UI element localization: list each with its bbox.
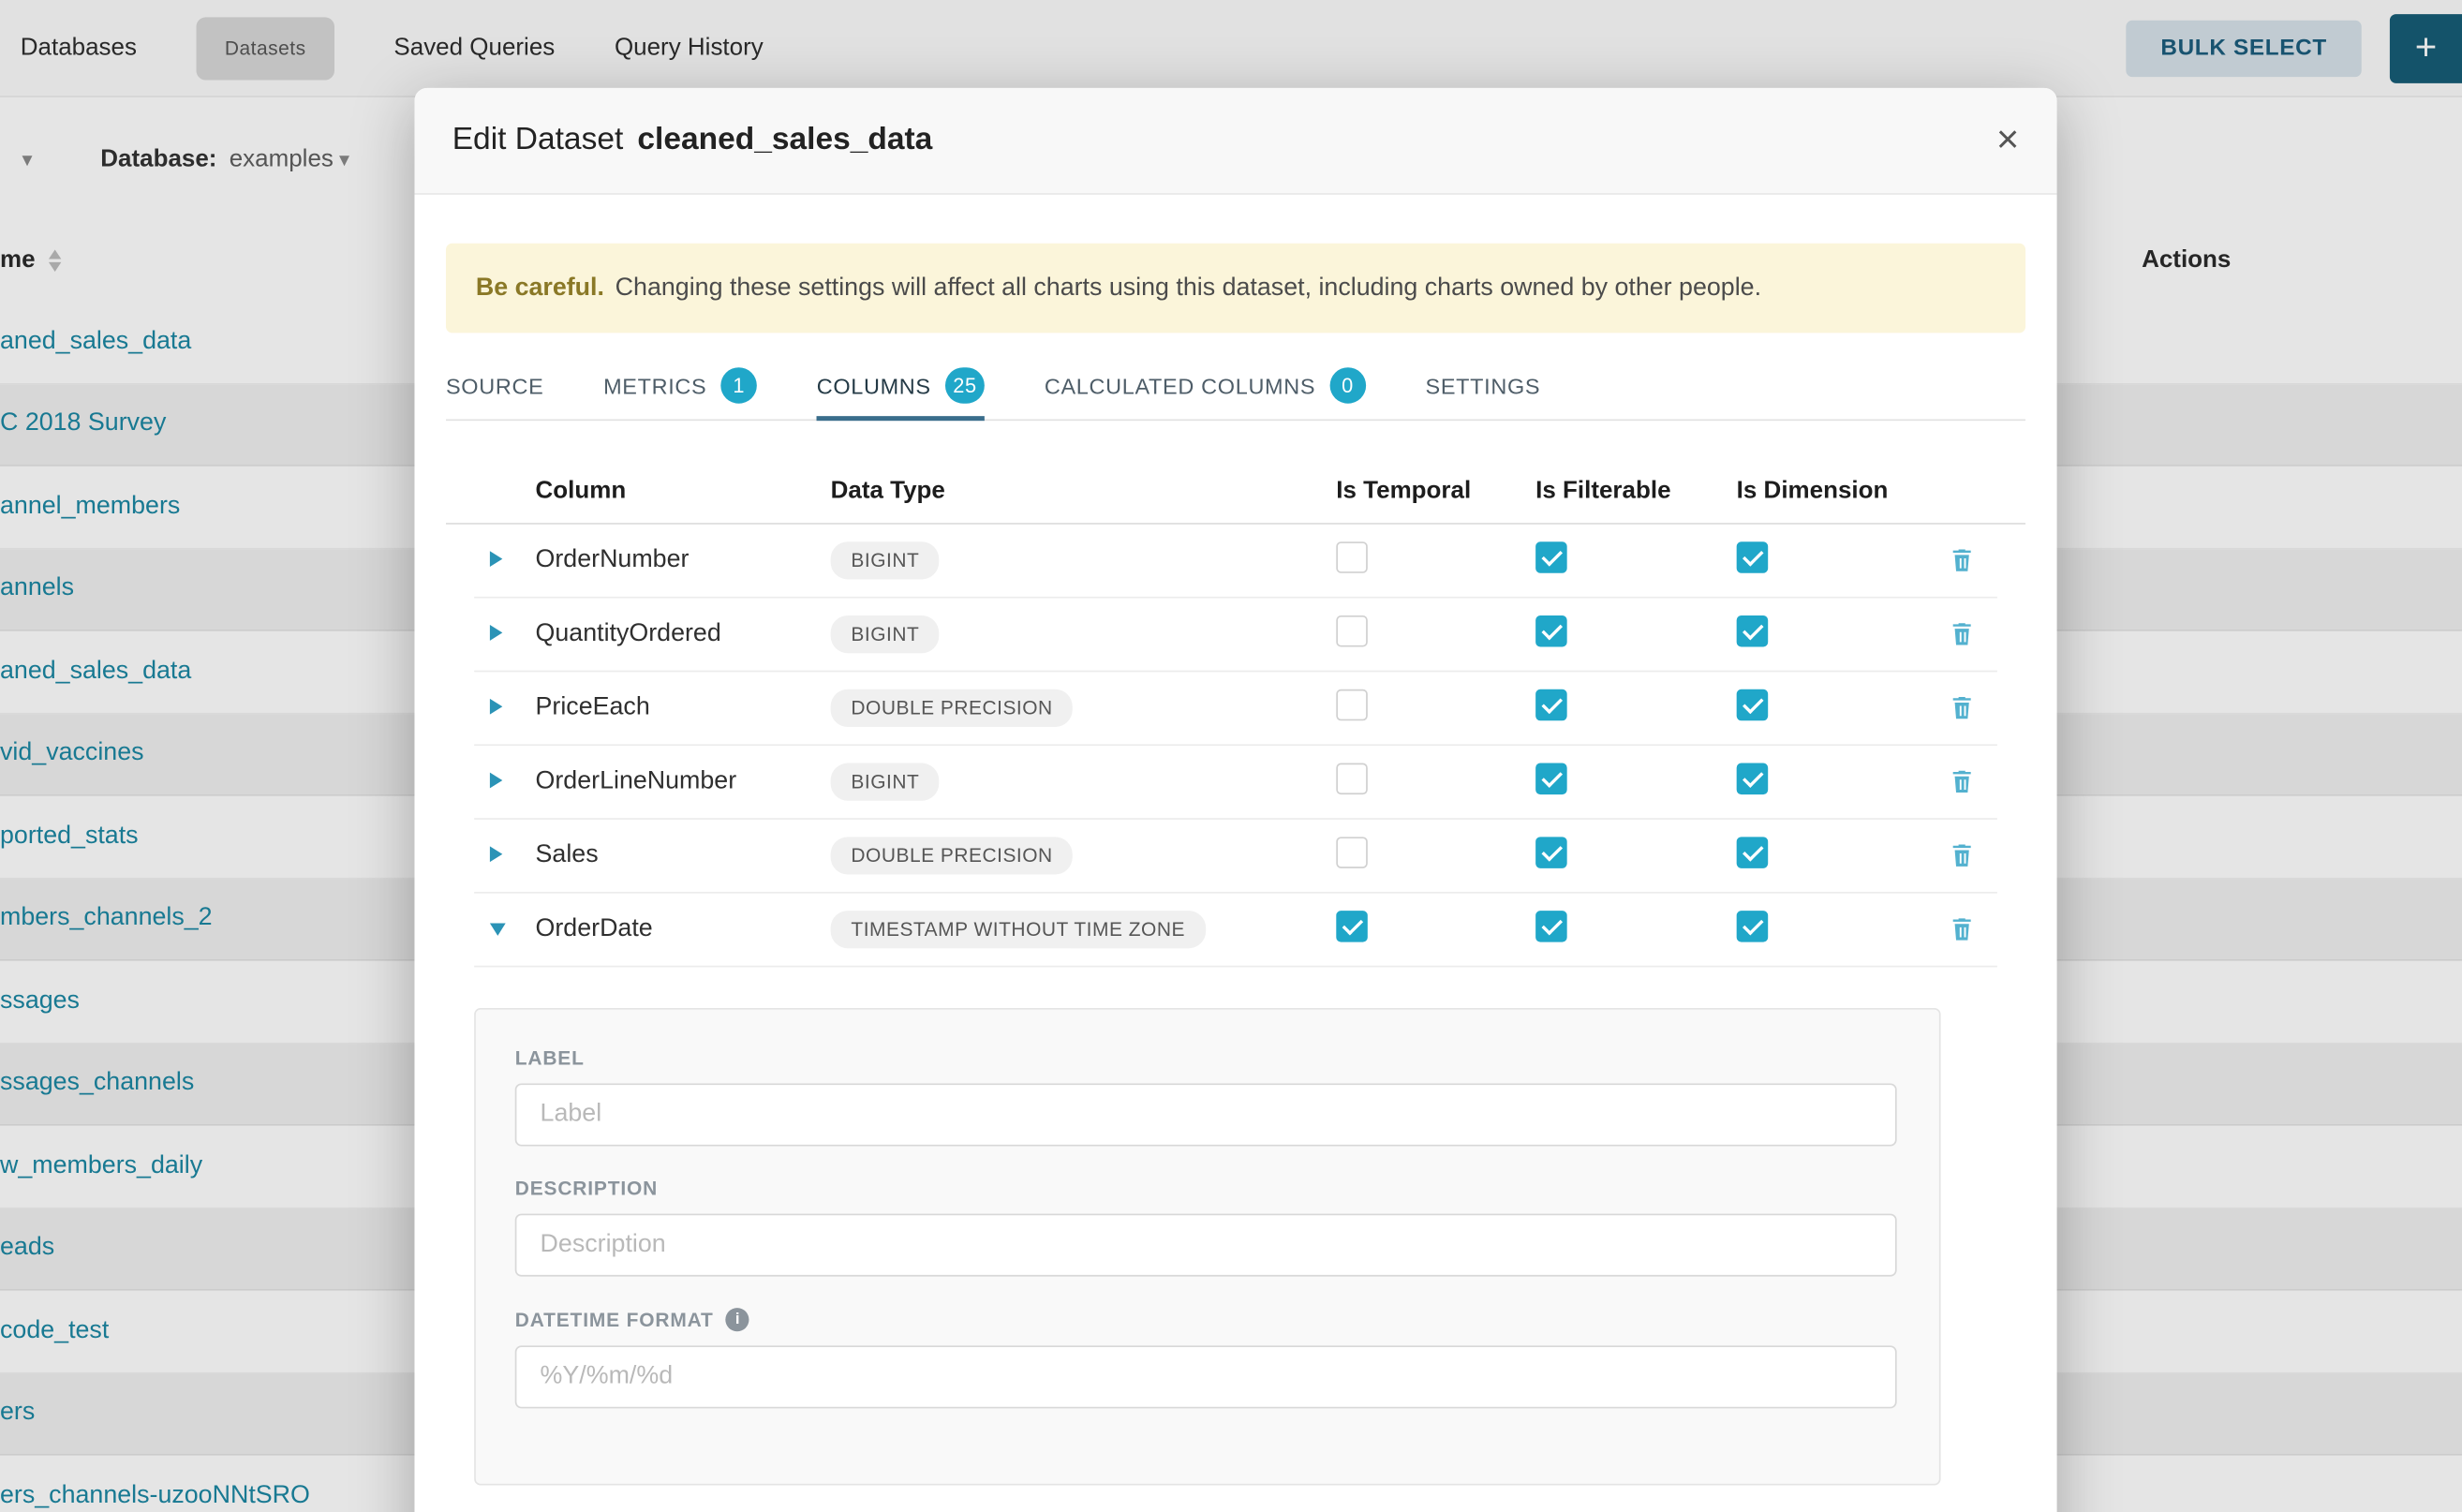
calculated-columns-count-badge: 0 xyxy=(1329,367,1366,404)
column-row: Sales DOUBLE PRECISION xyxy=(474,820,1997,894)
columns-table-body: OrderNumber BIGINT QuantityOrdered BIGIN… xyxy=(474,525,1997,968)
is-temporal-header: Is Temporal xyxy=(1336,477,1535,505)
tab-metrics[interactable]: METRICS 1 xyxy=(603,351,757,419)
modal-title: Edit Dataset cleaned_sales_data xyxy=(452,123,933,159)
is-temporal-checkbox[interactable] xyxy=(1336,689,1368,720)
info-icon[interactable]: i xyxy=(726,1308,749,1331)
trash-icon[interactable] xyxy=(1948,915,1974,943)
is-filterable-checkbox[interactable] xyxy=(1535,910,1567,941)
expand-caret-icon[interactable] xyxy=(490,551,502,567)
expand-caret-icon[interactable] xyxy=(490,625,502,641)
is-dimension-header: Is Dimension xyxy=(1737,477,1925,505)
trash-icon[interactable] xyxy=(1948,620,1974,648)
is-dimension-checkbox[interactable] xyxy=(1737,763,1769,794)
trash-icon[interactable] xyxy=(1948,768,1974,796)
tab-label: CALCULATED COLUMNS xyxy=(1045,373,1315,398)
column-name: OrderLineNumber xyxy=(536,768,831,796)
trash-icon[interactable] xyxy=(1948,546,1974,574)
warning-bold-text: Be careful. xyxy=(476,274,604,302)
column-row: PriceEach DOUBLE PRECISION xyxy=(474,672,1997,746)
expand-caret-icon[interactable] xyxy=(490,923,506,935)
datetime-format-input[interactable] xyxy=(515,1345,1897,1408)
label-field-label-text: LABEL xyxy=(515,1047,585,1069)
is-temporal-checkbox[interactable] xyxy=(1336,763,1368,794)
is-dimension-checkbox[interactable] xyxy=(1737,689,1769,720)
is-dimension-checkbox[interactable] xyxy=(1737,910,1769,941)
column-row: QuantityOrdered BIGINT xyxy=(474,599,1997,673)
column-name: OrderDate xyxy=(536,915,831,943)
data-type-header: Data Type xyxy=(831,477,1337,505)
datetime-format-label-text: DATETIME FORMAT xyxy=(515,1309,714,1330)
data-type-pill: BIGINT xyxy=(831,541,940,579)
edit-dataset-modal: Edit Dataset cleaned_sales_data × Be care… xyxy=(414,88,2056,1512)
column-header: Column xyxy=(536,477,831,505)
trash-icon[interactable] xyxy=(1948,694,1974,722)
warning-text: Changing these settings will affect all … xyxy=(616,274,1761,302)
is-dimension-checkbox[interactable] xyxy=(1737,836,1769,867)
tab-label: SOURCE xyxy=(446,373,543,398)
tab-settings[interactable]: SETTINGS xyxy=(1426,351,1541,419)
column-name: PriceEach xyxy=(536,694,831,722)
trash-icon[interactable] xyxy=(1948,841,1974,869)
is-temporal-checkbox[interactable] xyxy=(1336,836,1368,867)
expand-caret-icon[interactable] xyxy=(490,699,502,715)
description-field-label-text: DESCRIPTION xyxy=(515,1178,658,1199)
tab-label: METRICS xyxy=(603,373,706,398)
expand-caret-icon[interactable] xyxy=(490,846,502,862)
label-input[interactable] xyxy=(515,1083,1897,1146)
modal-header: Edit Dataset cleaned_sales_data × xyxy=(414,88,2056,195)
tab-columns[interactable]: COLUMNS 25 xyxy=(817,351,985,419)
is-dimension-checkbox[interactable] xyxy=(1737,615,1769,646)
data-type-pill: DOUBLE PRECISION xyxy=(831,689,1074,727)
datetime-format-field-label: DATETIME FORMAT i xyxy=(515,1308,1897,1331)
tab-label: COLUMNS xyxy=(817,373,931,398)
is-temporal-checkbox[interactable] xyxy=(1336,615,1368,646)
column-name: Sales xyxy=(536,841,831,869)
columns-table-header: Column Data Type Is Temporal Is Filterab… xyxy=(446,458,2025,524)
tab-label: SETTINGS xyxy=(1426,373,1541,398)
column-name: QuantityOrdered xyxy=(536,620,831,648)
data-type-pill: BIGINT xyxy=(831,615,940,653)
is-filterable-checkbox[interactable] xyxy=(1535,689,1567,720)
column-row: OrderLineNumber BIGINT xyxy=(474,746,1997,820)
column-name: OrderNumber xyxy=(536,546,831,574)
column-detail-panel: LABEL DESCRIPTION DATETIME FORMAT i xyxy=(474,1008,1940,1486)
column-row: OrderDate TIMESTAMP WITHOUT TIME ZONE xyxy=(474,894,1997,968)
is-filterable-checkbox[interactable] xyxy=(1535,615,1567,646)
is-filterable-checkbox[interactable] xyxy=(1535,836,1567,867)
is-temporal-checkbox[interactable] xyxy=(1336,541,1368,572)
modal-title-dataset-name: cleaned_sales_data xyxy=(637,123,932,157)
expand-caret-icon[interactable] xyxy=(490,773,502,789)
data-type-pill: TIMESTAMP WITHOUT TIME ZONE xyxy=(831,911,1206,948)
modal-body: Be careful. Changing these settings will… xyxy=(414,244,2056,1486)
tab-calculated-columns[interactable]: CALCULATED COLUMNS 0 xyxy=(1045,351,1366,419)
metrics-count-badge: 1 xyxy=(720,367,757,404)
is-dimension-checkbox[interactable] xyxy=(1737,541,1769,572)
is-temporal-checkbox[interactable] xyxy=(1336,910,1368,941)
columns-count-badge: 25 xyxy=(945,367,985,404)
warning-banner: Be careful. Changing these settings will… xyxy=(446,244,2025,334)
modal-title-prefix: Edit Dataset xyxy=(452,123,624,157)
description-input[interactable] xyxy=(515,1214,1897,1277)
is-filterable-checkbox[interactable] xyxy=(1535,763,1567,794)
app-viewport: Databases Datasets Saved Queries Query H… xyxy=(0,0,2462,1512)
modal-tabs: SOURCE METRICS 1 COLUMNS 25 CALCULATED C… xyxy=(446,351,2025,421)
tab-source[interactable]: SOURCE xyxy=(446,351,543,419)
data-type-pill: BIGINT xyxy=(831,763,940,801)
column-row: OrderNumber BIGINT xyxy=(474,525,1997,599)
is-filterable-header: Is Filterable xyxy=(1535,477,1737,505)
data-type-pill: DOUBLE PRECISION xyxy=(831,837,1074,874)
is-filterable-checkbox[interactable] xyxy=(1535,541,1567,572)
description-field-label: DESCRIPTION xyxy=(515,1178,1897,1199)
close-icon[interactable]: × xyxy=(1996,121,2019,160)
label-field-label: LABEL xyxy=(515,1047,1897,1069)
